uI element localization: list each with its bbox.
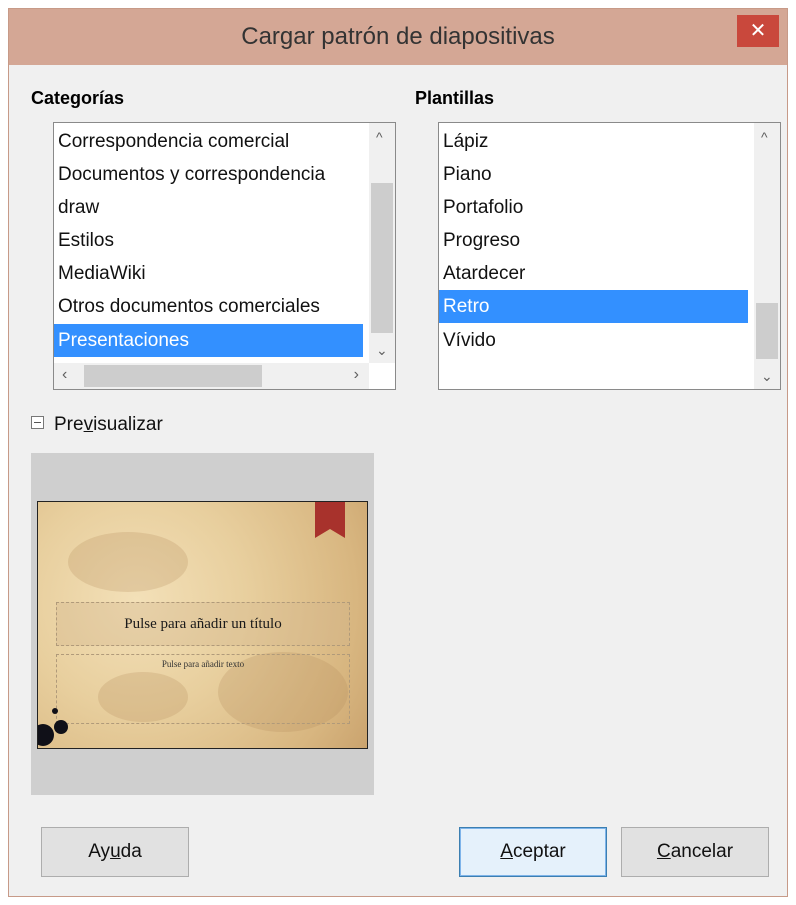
scroll-up-icon[interactable]: ^ xyxy=(761,129,768,145)
scrollbar-thumb[interactable] xyxy=(84,365,262,387)
templates-listbox[interactable]: Lápiz Piano Portafolio Progreso Atardece… xyxy=(438,122,781,390)
dialog-title: Cargar patrón de diapositivas xyxy=(241,23,555,50)
category-item-label: Estilos xyxy=(58,230,114,251)
category-item[interactable]: Documentos y correspondencia xyxy=(58,158,365,191)
scroll-right-icon[interactable]: › xyxy=(354,366,359,384)
template-item-label: Progreso xyxy=(443,230,521,251)
template-item[interactable]: Lápiz xyxy=(443,125,488,158)
template-item-selected[interactable]: Retro xyxy=(439,290,748,323)
template-item[interactable]: Piano xyxy=(443,158,492,191)
template-item[interactable]: Atardecer xyxy=(443,257,525,290)
template-item-label: Atardecer xyxy=(443,263,526,284)
category-item[interactable]: draw xyxy=(58,191,365,224)
template-item[interactable]: Portafolio xyxy=(443,191,523,224)
ink-blot-icon xyxy=(38,724,54,746)
template-item[interactable]: Progreso xyxy=(443,224,520,257)
categories-vertical-scrollbar[interactable]: ^ ⌄ xyxy=(369,123,395,363)
scroll-down-icon[interactable]: ⌄ xyxy=(376,342,388,359)
categories-horizontal-scrollbar[interactable]: ‹ › xyxy=(54,363,369,389)
categories-heading: Categorías xyxy=(31,88,125,108)
template-item[interactable]: Vívido xyxy=(443,324,496,357)
preview-area: Pulse para añadir un título Pulse para a… xyxy=(31,453,374,795)
category-item[interactable]: Correspondencia comercial xyxy=(58,125,365,158)
load-slide-design-dialog: Cargar patrón de diapositivas ✕ Categorí… xyxy=(8,8,788,897)
template-item-label: Portafolio xyxy=(443,197,524,218)
title-bar[interactable]: Cargar patrón de diapositivas ✕ xyxy=(9,9,787,65)
category-item-label: draw xyxy=(58,197,100,218)
templates-heading: Plantillas xyxy=(415,88,495,108)
templates-vertical-scrollbar[interactable]: ^ ⌄ xyxy=(754,123,780,389)
categories-listbox[interactable]: Correspondencia comercial Documentos y c… xyxy=(53,122,396,390)
category-item-label: MediaWiki xyxy=(58,263,146,284)
cancel-button[interactable]: Cancelar xyxy=(621,827,769,877)
category-item-label: Otros documentos comerciales xyxy=(58,296,320,317)
slide-preview: Pulse para añadir un título Pulse para a… xyxy=(37,501,368,749)
template-item-label: Lápiz xyxy=(443,131,489,152)
scroll-left-icon[interactable]: ‹ xyxy=(62,366,67,384)
close-button[interactable]: ✕ xyxy=(737,15,779,47)
category-item[interactable]: Otros documentos comerciales xyxy=(58,290,365,323)
help-button[interactable]: Ayuda xyxy=(41,827,189,877)
bookmark-ribbon-icon xyxy=(315,502,345,538)
category-item[interactable]: Estilos xyxy=(58,224,365,257)
collapse-icon[interactable] xyxy=(31,416,44,429)
scrollbar-thumb[interactable] xyxy=(371,183,393,333)
ok-button[interactable]: Aceptar xyxy=(459,827,607,877)
scrollbar-thumb[interactable] xyxy=(756,303,778,359)
slide-text-placeholder: Pulse para añadir texto xyxy=(56,654,350,724)
category-item-label: Correspondencia comercial xyxy=(58,131,290,152)
category-item-label: Presentaciones xyxy=(58,330,189,351)
category-item[interactable]: MediaWiki xyxy=(58,257,365,290)
template-item-label: Piano xyxy=(443,164,492,185)
close-icon: ✕ xyxy=(749,20,767,42)
preview-expander[interactable]: Previsualizar xyxy=(31,414,163,436)
category-item-selected[interactable]: Presentaciones xyxy=(54,324,363,357)
category-item-label: Documentos y correspondencia xyxy=(58,164,326,185)
scroll-up-icon[interactable]: ^ xyxy=(376,129,383,145)
slide-title-placeholder: Pulse para añadir un título xyxy=(56,602,350,646)
preview-label: Previsualizar xyxy=(54,414,163,435)
template-item-label: Retro xyxy=(443,296,490,317)
template-item-label: Vívido xyxy=(443,330,496,351)
scroll-down-icon[interactable]: ⌄ xyxy=(761,368,773,385)
